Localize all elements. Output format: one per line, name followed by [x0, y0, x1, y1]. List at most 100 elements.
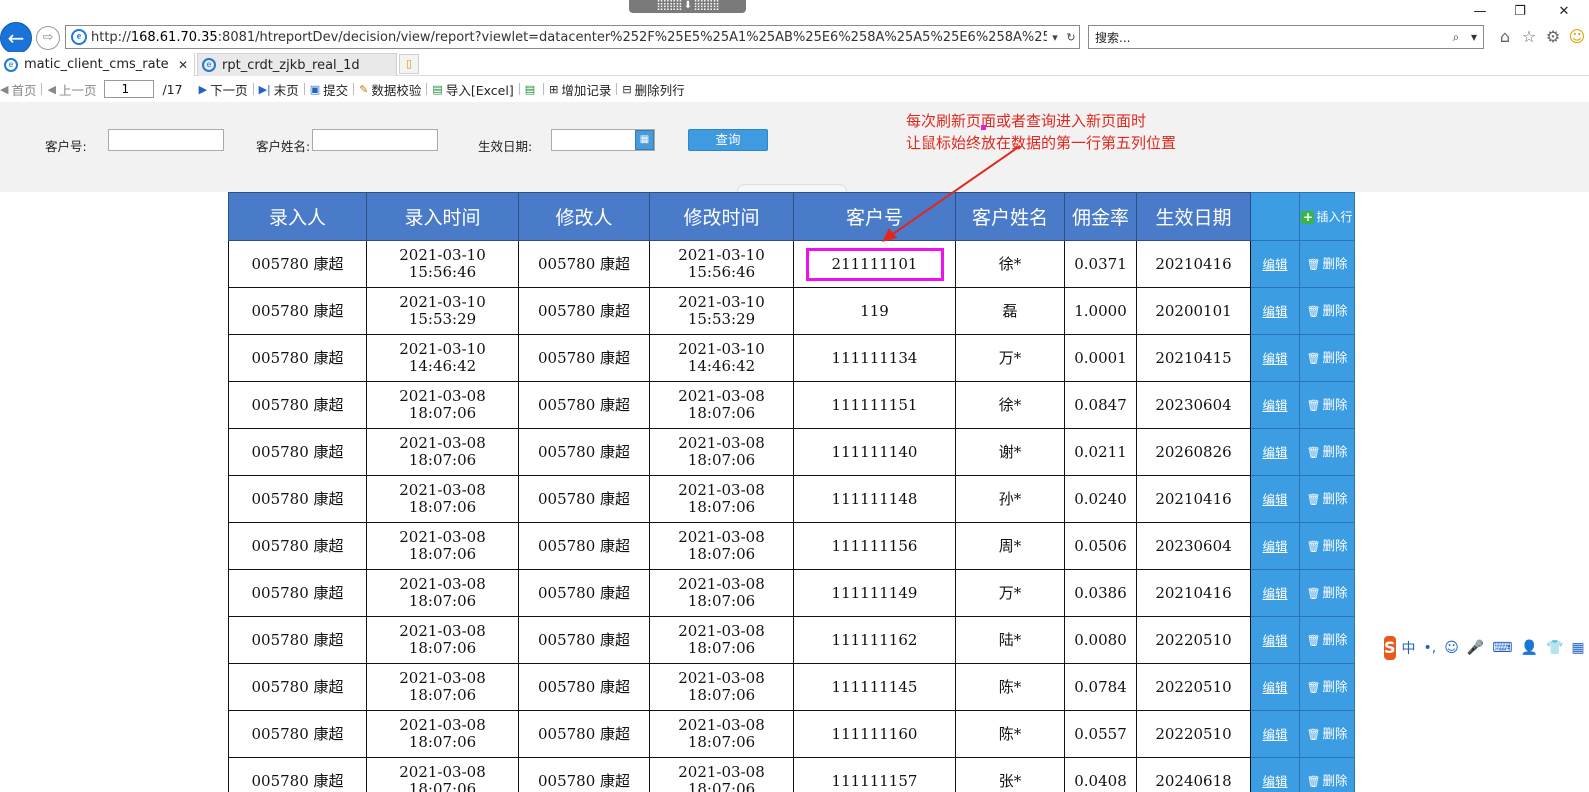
close-tab-icon[interactable]: ✕: [178, 58, 188, 72]
cell-modify-time[interactable]: 2021-03-08 18:07:06: [649, 616, 794, 664]
cell-effective-date[interactable]: 20210416: [1136, 475, 1251, 523]
cell-modifier[interactable]: 005780 康超: [518, 569, 650, 617]
cell-creator[interactable]: 005780 康超: [228, 616, 367, 664]
gear-icon[interactable]: ⚙: [1542, 26, 1564, 48]
cell-modify-time[interactable]: 2021-03-08 18:07:06: [649, 475, 794, 523]
edit-button[interactable]: 编辑: [1250, 616, 1300, 664]
delete-button[interactable]: 🗑 删除: [1299, 710, 1355, 758]
delete-button[interactable]: 🗑 删除: [1299, 287, 1355, 335]
cell-modify-time[interactable]: 2021-03-08 18:07:06: [649, 381, 794, 429]
cell-modifier[interactable]: 005780 康超: [518, 663, 650, 711]
address-bar[interactable]: e http://168.61.70.35:8081/htreportDev/d…: [65, 25, 1080, 49]
edit-button[interactable]: 编辑: [1250, 522, 1300, 570]
panel-collapse-handle[interactable]: [737, 184, 847, 192]
smiley-feedback-icon[interactable]: ☺: [1566, 26, 1588, 48]
cell-customer-no[interactable]: 111111151: [793, 381, 956, 429]
col-header-creator[interactable]: 录入人: [228, 192, 367, 241]
cell-customer-no[interactable]: 111111149: [793, 569, 956, 617]
cell-effective-date[interactable]: 20210416: [1136, 569, 1251, 617]
delete-button[interactable]: 🗑 删除: [1299, 569, 1355, 617]
cell-create-time[interactable]: 2021-03-08 18:07:06: [366, 428, 519, 476]
cell-create-time[interactable]: 2021-03-10 15:53:29: [366, 287, 519, 335]
col-header-customer-no[interactable]: 客户号: [793, 192, 956, 241]
cell-creator[interactable]: 005780 康超: [228, 240, 367, 288]
search-input[interactable]: 搜索...: [1089, 29, 1447, 46]
cell-create-time[interactable]: 2021-03-10 15:56:46: [366, 240, 519, 288]
submit-button[interactable]: ▣ 提交: [310, 80, 348, 99]
cell-modify-time[interactable]: 2021-03-10 15:53:29: [649, 287, 794, 335]
cell-modify-time[interactable]: 2021-03-08 18:07:06: [649, 522, 794, 570]
cell-customer-no[interactable]: 111111134: [793, 334, 956, 382]
edit-button[interactable]: 编辑: [1250, 381, 1300, 429]
cell-rate[interactable]: 0.0784: [1064, 663, 1137, 711]
cell-creator[interactable]: 005780 康超: [228, 522, 367, 570]
cell-modifier[interactable]: 005780 康超: [518, 240, 650, 288]
cell-effective-date[interactable]: 20220510: [1136, 710, 1251, 758]
cell-modify-time[interactable]: 2021-03-08 18:07:06: [649, 710, 794, 758]
dropdown-icon[interactable]: ▾: [1047, 31, 1063, 44]
insert-row-button[interactable]: + 插入行: [1299, 192, 1355, 241]
delete-button[interactable]: 🗑 删除: [1299, 757, 1355, 792]
cell-customer-name[interactable]: 万*: [955, 569, 1065, 617]
cell-rate[interactable]: 0.0506: [1064, 522, 1137, 570]
cell-rate[interactable]: 0.0386: [1064, 569, 1137, 617]
cell-rate[interactable]: 0.0080: [1064, 616, 1137, 664]
ime-mode-toggle[interactable]: 中: [1402, 638, 1416, 658]
sogou-logo-icon[interactable]: S: [1384, 636, 1396, 660]
cell-creator[interactable]: 005780 康超: [228, 428, 367, 476]
back-button[interactable]: ←: [0, 22, 32, 54]
cell-effective-date[interactable]: 20210416: [1136, 240, 1251, 288]
delete-button[interactable]: 🗑 删除: [1299, 240, 1355, 288]
cell-customer-name[interactable]: 张*: [955, 757, 1065, 792]
delete-button[interactable]: 🗑 删除: [1299, 381, 1355, 429]
skin-shirt-icon[interactable]: 👕: [1546, 640, 1563, 656]
edit-button[interactable]: 编辑: [1250, 428, 1300, 476]
punctuation-icon[interactable]: •,: [1424, 640, 1437, 656]
tab-rpt-crdt-zjkb-real-1d[interactable]: e rpt_crdt_zjkb_real_1d: [197, 53, 397, 76]
restore-icon[interactable]: ❐: [1506, 2, 1534, 22]
cell-create-time[interactable]: 2021-03-08 18:07:06: [366, 569, 519, 617]
cell-customer-name[interactable]: 万*: [955, 334, 1065, 382]
cell-create-time[interactable]: 2021-03-08 18:07:06: [366, 616, 519, 664]
cell-effective-date[interactable]: 20220510: [1136, 663, 1251, 711]
search-icon[interactable]: ⌕: [1447, 30, 1465, 45]
home-icon[interactable]: ⌂: [1494, 26, 1516, 48]
cell-modifier[interactable]: 005780 康超: [518, 475, 650, 523]
delete-button[interactable]: 🗑 删除: [1299, 522, 1355, 570]
customer-no-input[interactable]: [108, 129, 224, 151]
col-header-create-time[interactable]: 录入时间: [366, 192, 519, 241]
cell-rate[interactable]: 0.0371: [1064, 240, 1137, 288]
cell-create-time[interactable]: 2021-03-08 18:07:06: [366, 475, 519, 523]
cell-effective-date[interactable]: 20210415: [1136, 334, 1251, 382]
cell-modify-time[interactable]: 2021-03-08 18:07:06: [649, 757, 794, 792]
edit-button[interactable]: 编辑: [1250, 663, 1300, 711]
cell-modifier[interactable]: 005780 康超: [518, 522, 650, 570]
cell-customer-name[interactable]: 陆*: [955, 616, 1065, 664]
cell-customer-no[interactable]: 111111140: [793, 428, 956, 476]
cell-modifier[interactable]: 005780 康超: [518, 287, 650, 335]
cell-creator[interactable]: 005780 康超: [228, 569, 367, 617]
cell-creator[interactable]: 005780 康超: [228, 710, 367, 758]
cell-customer-name[interactable]: 孙*: [955, 475, 1065, 523]
cell-effective-date[interactable]: 20240618: [1136, 757, 1251, 792]
delete-button[interactable]: 🗑 删除: [1299, 663, 1355, 711]
cell-creator[interactable]: 005780 康超: [228, 475, 367, 523]
cell-modifier[interactable]: 005780 康超: [518, 757, 650, 792]
edit-button[interactable]: 编辑: [1250, 757, 1300, 792]
cell-modify-time[interactable]: 2021-03-08 18:07:06: [649, 569, 794, 617]
cell-creator[interactable]: 005780 康超: [228, 757, 367, 792]
edit-button[interactable]: 编辑: [1250, 710, 1300, 758]
cell-effective-date[interactable]: 20220510: [1136, 616, 1251, 664]
edit-button[interactable]: 编辑: [1250, 334, 1300, 382]
cell-rate[interactable]: 1.0000: [1064, 287, 1137, 335]
new-tab-button[interactable]: ▯: [399, 54, 419, 74]
cell-create-time[interactable]: 2021-03-08 18:07:06: [366, 710, 519, 758]
col-header-effective-date[interactable]: 生效日期: [1136, 192, 1251, 241]
cell-modifier[interactable]: 005780 康超: [518, 428, 650, 476]
cell-creator[interactable]: 005780 康超: [228, 381, 367, 429]
search-dropdown-icon[interactable]: ▾: [1465, 30, 1483, 44]
keyboard-icon[interactable]: ⌨: [1492, 640, 1512, 656]
cell-creator[interactable]: 005780 康超: [228, 663, 367, 711]
cell-create-time[interactable]: 2021-03-08 18:07:06: [366, 757, 519, 792]
edit-button[interactable]: 编辑: [1250, 569, 1300, 617]
